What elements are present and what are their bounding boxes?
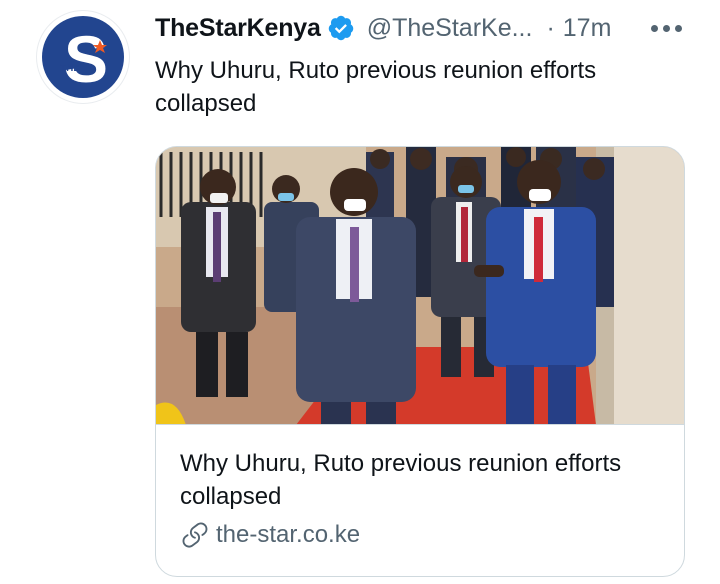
tweet-header: TheStarKenya @TheStarKe... · 17m [155, 10, 611, 46]
tweet[interactable]: S THE TheStarKenya @TheStarKe... · 17m W… [0, 0, 720, 584]
avatar[interactable]: S THE [36, 10, 130, 104]
card-title: Why Uhuru, Ruto previous reunion efforts… [180, 450, 622, 510]
timestamp[interactable]: 17m [563, 14, 612, 43]
author-handle[interactable]: @TheStarKe... [367, 14, 533, 43]
card-photo [156, 147, 684, 424]
card-image[interactable] [156, 147, 684, 425]
separator-dot: · [546, 13, 555, 42]
link-card[interactable]: Why Uhuru, Ruto previous reunion efforts… [155, 146, 685, 577]
tweet-text: Why Uhuru, Ruto previous reunion efforts… [155, 57, 597, 117]
verified-badge-icon [327, 14, 355, 42]
avatar-letter: S [64, 22, 108, 96]
more-horizontal-icon[interactable] [646, 14, 686, 42]
card-domain-row[interactable]: the-star.co.ke [180, 520, 360, 550]
card-domain[interactable]: the-star.co.ke [216, 521, 360, 549]
avatar-sub-text: THE [60, 63, 80, 74]
thestar-logo-icon: S THE [42, 16, 124, 98]
display-name[interactable]: TheStarKenya [155, 14, 321, 43]
link-icon [180, 520, 210, 550]
